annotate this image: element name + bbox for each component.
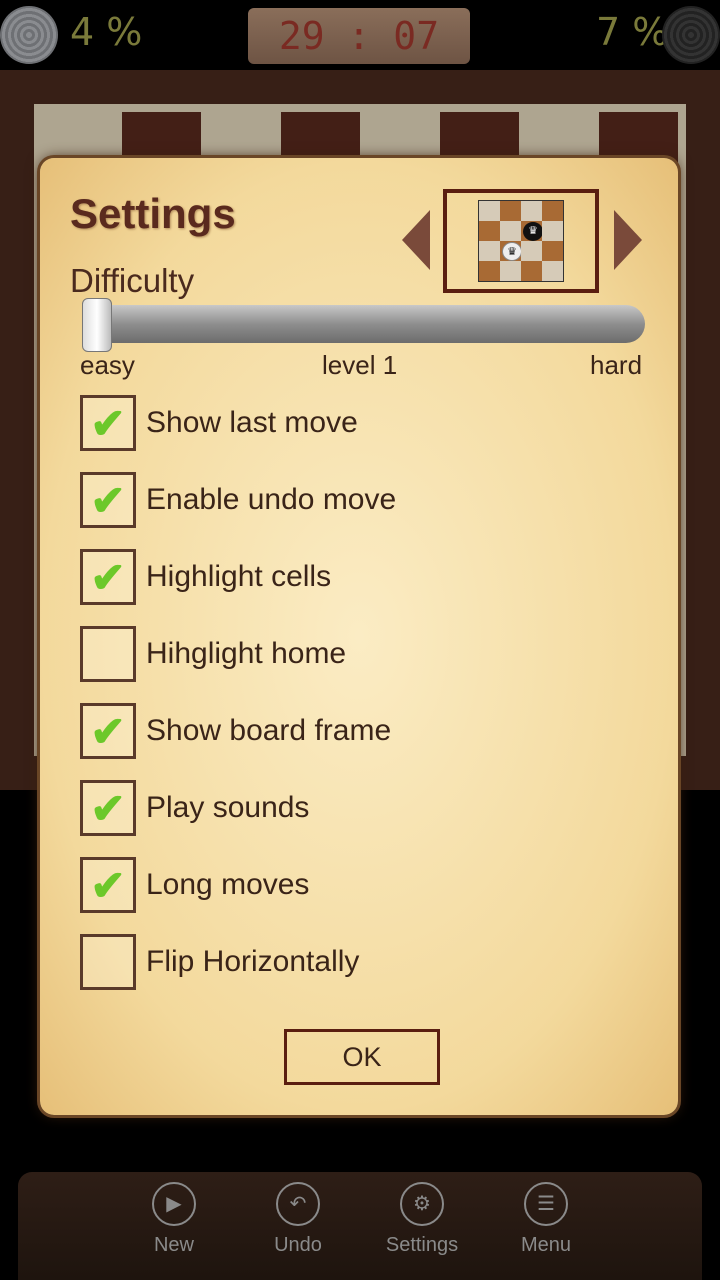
- nav-label: Settings: [385, 1234, 459, 1256]
- black-king-icon: ♛: [523, 222, 543, 241]
- checkbox[interactable]: [80, 934, 136, 990]
- gear-icon: ⚙: [400, 1182, 444, 1226]
- nav-label: Menu: [520, 1234, 572, 1256]
- bottom-toolbar: ▶ New ↶ Undo ⚙ Settings ☰ Menu: [18, 1172, 702, 1280]
- black-percent: 7 %: [596, 10, 669, 54]
- difficulty-slider[interactable]: [82, 305, 645, 343]
- checkmark-icon: ✔: [90, 784, 126, 832]
- option-label: Hihglight home: [146, 637, 347, 670]
- settings-dialog: Settings ♛ ♛ Difficulty easy level 1 hard…: [40, 158, 678, 1115]
- checkmark-icon: ✔: [90, 399, 126, 447]
- status-bar: 4 % 29 : 07 7 %: [0, 0, 720, 70]
- white-piece-icon: [0, 6, 58, 64]
- checkmark-icon: ✔: [90, 476, 126, 524]
- option-label: Flip Horizontally: [146, 945, 360, 978]
- checkmark-icon: ✔: [90, 553, 126, 601]
- setting-option[interactable]: ✔ Show board frame: [80, 702, 391, 760]
- hard-label: hard: [590, 350, 643, 380]
- setting-option[interactable]: ✔ Highlight cells: [80, 548, 331, 606]
- difficulty-label: Difficulty: [70, 262, 195, 299]
- option-label: Enable undo move: [146, 483, 397, 516]
- checkmark-icon: ✔: [90, 707, 126, 755]
- checkbox[interactable]: [80, 626, 136, 682]
- checkmark-icon: ✔: [90, 861, 126, 909]
- checkbox[interactable]: ✔: [80, 472, 136, 528]
- option-label: Play sounds: [146, 791, 310, 824]
- option-label: Show last move: [146, 406, 358, 439]
- setting-option[interactable]: ✔ Long moves: [80, 856, 309, 914]
- nav-new-button[interactable]: ▶ New: [124, 1182, 224, 1257]
- play-icon: ▶: [152, 1182, 196, 1226]
- level-label: level 1: [322, 350, 398, 380]
- nav-label: New: [153, 1234, 194, 1256]
- black-piece-icon: [662, 6, 720, 64]
- setting-option[interactable]: ✔ Show last move: [80, 394, 358, 452]
- nav-undo-button[interactable]: ↶ Undo: [248, 1182, 348, 1257]
- nav-label: Undo: [274, 1234, 322, 1256]
- setting-option[interactable]: ✔ Play sounds: [80, 779, 309, 837]
- game-timer: 29 : 07: [248, 8, 470, 64]
- checkbox[interactable]: ✔: [80, 857, 136, 913]
- dialog-title: Settings: [70, 190, 236, 237]
- checkbox[interactable]: ✔: [80, 549, 136, 605]
- option-label: Long moves: [146, 868, 310, 901]
- checkbox[interactable]: ✔: [80, 703, 136, 759]
- checkbox[interactable]: ✔: [80, 395, 136, 451]
- option-label: Show board frame: [146, 714, 392, 747]
- nav-settings-button[interactable]: ⚙ Settings: [372, 1182, 472, 1257]
- nav-menu-button[interactable]: ☰ Menu: [496, 1182, 596, 1257]
- easy-label: easy: [80, 350, 135, 380]
- undo-icon: ↶: [276, 1182, 320, 1226]
- setting-option[interactable]: Flip Horizontally: [80, 933, 359, 991]
- prev-style-arrow-icon[interactable]: [402, 210, 430, 270]
- checkbox[interactable]: ✔: [80, 780, 136, 836]
- difficulty-slider-thumb[interactable]: [82, 298, 112, 352]
- list-icon: ☰: [524, 1182, 568, 1226]
- board-style-preview: ♛ ♛: [443, 189, 599, 293]
- option-label: Highlight cells: [146, 560, 332, 593]
- white-percent: 4 %: [70, 10, 143, 54]
- setting-option[interactable]: ✔ Enable undo move: [80, 471, 396, 529]
- ok-button[interactable]: OK: [284, 1029, 440, 1085]
- setting-option[interactable]: Hihglight home: [80, 625, 346, 683]
- next-style-arrow-icon[interactable]: [614, 210, 642, 270]
- white-king-icon: ♛: [502, 242, 522, 261]
